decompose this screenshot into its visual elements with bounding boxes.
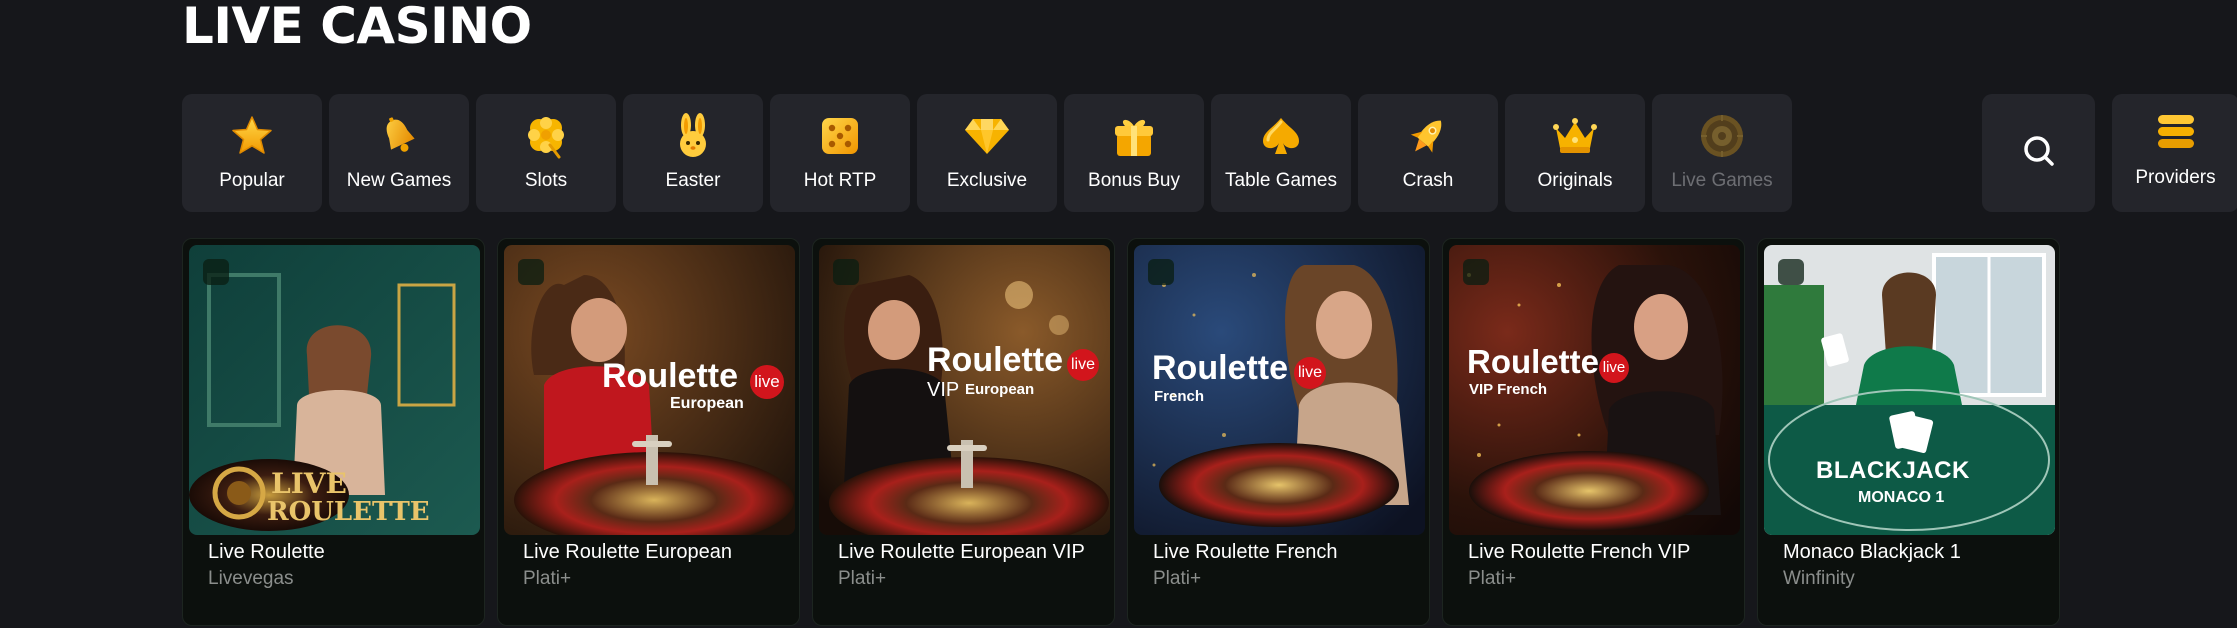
game-card[interactable]: BLACKJACK MONACO 1 Monaco Blackjack 1 Wi… xyxy=(1757,238,2060,626)
game-art-badge: live xyxy=(1067,349,1099,381)
game-thumbnail: LIVE ROULETTE xyxy=(189,245,480,535)
game-provider: Plati+ xyxy=(523,568,572,589)
game-provider: Plati+ xyxy=(1468,568,1517,589)
category-bar: Popular New Games Slots Easter Hot RTP E… xyxy=(182,94,2237,212)
category-label: Easter xyxy=(665,170,721,191)
game-art-prefix: VIP xyxy=(927,379,960,401)
category-label: Originals xyxy=(1537,170,1613,191)
category-table-games[interactable]: Table Games xyxy=(1211,94,1351,212)
game-art-subtitle: European xyxy=(965,381,1035,398)
category-live-games[interactable]: Live Games xyxy=(1652,94,1792,212)
game-card[interactable]: Roulette live French Live Roulette Frenc… xyxy=(1127,238,1430,626)
category-label: Hot RTP xyxy=(803,170,877,191)
favorite-toggle[interactable] xyxy=(1148,259,1174,285)
roulette-wheel-icon xyxy=(1698,112,1746,160)
category-slots[interactable]: Slots xyxy=(476,94,616,212)
rocket-icon xyxy=(1404,112,1452,160)
category-label: New Games xyxy=(346,170,452,191)
providers-label: Providers xyxy=(2135,167,2216,188)
game-art-title: LIVE xyxy=(271,467,347,500)
favorite-toggle[interactable] xyxy=(1778,259,1804,285)
game-art-title: BLACKJACK xyxy=(1816,457,1970,484)
dice-icon xyxy=(816,112,864,160)
game-art-title: Roulette xyxy=(927,341,1063,379)
game-card[interactable]: Roulette live VIP European Live Roulette… xyxy=(812,238,1115,626)
game-provider: Plati+ xyxy=(838,568,887,589)
spade-icon xyxy=(1257,112,1305,160)
game-art-subtitle: VIP French xyxy=(1469,381,1548,398)
game-thumbnail: Roulette live VIP European xyxy=(819,245,1110,535)
category-label: Popular xyxy=(219,170,285,191)
category-new-games[interactable]: New Games xyxy=(329,94,469,212)
category-label: Crash xyxy=(1402,170,1454,191)
game-art-subtitle: European xyxy=(670,395,744,412)
game-provider: Livevegas xyxy=(208,568,294,589)
game-card[interactable]: Roulette live VIP French Live Roulette F… xyxy=(1442,238,1745,626)
game-name: Live Roulette European VIP xyxy=(838,541,1085,563)
page-title: LIVE CASINO xyxy=(182,0,532,55)
game-name: Monaco Blackjack 1 xyxy=(1783,541,1961,563)
category-crash[interactable]: Crash xyxy=(1358,94,1498,212)
game-name: Live Roulette French VIP xyxy=(1468,541,1691,563)
game-art-subtitle: French xyxy=(1154,388,1205,405)
game-art-badge: live xyxy=(1294,357,1326,389)
category-hot-rtp[interactable]: Hot RTP xyxy=(770,94,910,212)
category-easter[interactable]: Easter xyxy=(623,94,763,212)
game-art-badge: live xyxy=(1599,353,1629,383)
game-card[interactable]: LIVE ROULETTE Live Roulette Livevegas xyxy=(182,238,485,626)
game-art-title: Roulette xyxy=(602,357,738,395)
favorite-toggle[interactable] xyxy=(203,259,229,285)
game-name: Live Roulette European xyxy=(523,541,733,563)
game-art-badge: live xyxy=(750,365,784,399)
gift-icon xyxy=(1110,112,1158,160)
favorite-toggle[interactable] xyxy=(833,259,859,285)
game-art-subtitle: ROULETTE xyxy=(267,497,430,527)
category-label: Table Games xyxy=(1225,170,1337,191)
category-exclusive[interactable]: Exclusive xyxy=(917,94,1057,212)
game-thumbnail: Roulette live VIP French xyxy=(1449,245,1740,535)
game-thumbnail: Roulette live French xyxy=(1134,245,1425,535)
stack-icon xyxy=(2155,112,2197,157)
category-bonus-buy[interactable]: Bonus Buy xyxy=(1064,94,1204,212)
favorite-toggle[interactable] xyxy=(1463,259,1489,285)
category-label: Exclusive xyxy=(946,170,1028,191)
game-art-title: Roulette xyxy=(1467,343,1599,380)
category-label: Slots xyxy=(524,170,568,191)
category-label: Live Games xyxy=(1671,170,1773,191)
game-name: Live Roulette French xyxy=(1153,541,1338,563)
search-button[interactable] xyxy=(1982,94,2095,212)
category-originals[interactable]: Originals xyxy=(1505,94,1645,212)
providers-button[interactable]: Providers xyxy=(2112,94,2237,212)
game-art-title: Roulette xyxy=(1152,349,1288,387)
star-icon xyxy=(228,112,276,160)
game-provider: Plati+ xyxy=(1153,568,1202,589)
scroll-fade-overlay xyxy=(1822,94,1972,212)
game-grid: LIVE ROULETTE Live Roulette Livevegas Ro… xyxy=(182,238,2060,628)
favorite-toggle[interactable] xyxy=(518,259,544,285)
diamond-icon xyxy=(963,112,1011,160)
game-art-subtitle: MONACO 1 xyxy=(1858,489,1945,506)
category-popular[interactable]: Popular xyxy=(182,94,322,212)
game-card[interactable]: Roulette live European Live Roulette Eur… xyxy=(497,238,800,626)
category-label: Bonus Buy xyxy=(1088,170,1180,191)
game-provider: Winfinity xyxy=(1783,568,1855,589)
game-thumbnail: Roulette live European xyxy=(504,245,795,535)
bell-icon xyxy=(375,112,423,160)
search-icon xyxy=(2021,133,2057,174)
game-thumbnail: BLACKJACK MONACO 1 xyxy=(1764,245,2055,535)
crown-icon xyxy=(1551,112,1599,160)
game-name: Live Roulette xyxy=(208,541,325,563)
bunny-icon xyxy=(669,112,717,160)
clover-icon xyxy=(522,112,570,160)
